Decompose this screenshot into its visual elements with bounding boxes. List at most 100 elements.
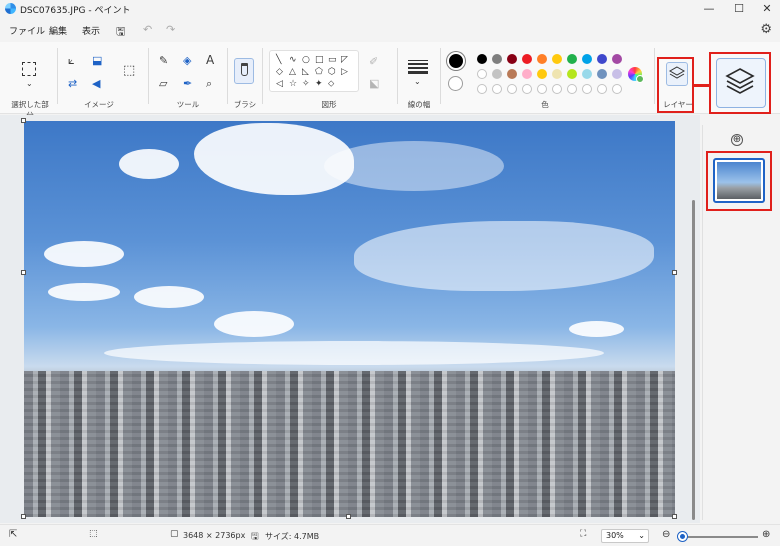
oval-shape-icon[interactable]: ○ [302,55,310,65]
color-swatch[interactable] [582,69,592,79]
secondary-color-swatch[interactable] [448,76,463,91]
custom-color-slot[interactable] [582,84,592,94]
undo-icon[interactable]: ↶ [143,23,152,36]
rectangle-shape-icon[interactable]: □ [315,55,324,65]
custom-color-slot[interactable] [567,84,577,94]
color-swatch[interactable] [597,54,607,64]
color-swatch[interactable] [477,69,487,79]
menu-view[interactable]: 表示 [82,24,100,37]
custom-color-slot[interactable] [537,84,547,94]
chevron-down-icon[interactable]: ⌄ [26,78,33,90]
color-swatch[interactable] [522,69,532,79]
resize-handle[interactable] [346,514,351,519]
star4-shape-icon[interactable]: ✧ [302,79,310,89]
star6-shape-icon[interactable]: ✦ [315,79,323,89]
eraser-icon[interactable]: ▱ [159,78,167,90]
minimize-button[interactable]: — [694,2,724,16]
color-swatch[interactable] [567,69,577,79]
photo-canvas[interactable] [24,121,675,517]
cursor-icon: ⇱ [9,529,18,540]
line-width-icon[interactable] [408,60,428,76]
magnifier-icon[interactable]: ⌕ [206,78,212,90]
zoom-slider-thumb[interactable] [678,532,688,541]
selection-tool-icon[interactable] [22,62,36,76]
resize-handle[interactable] [672,514,677,519]
shapes-gallery[interactable]: ╲ ∿ ○ □ ▭ ◸ ◇ △ ◺ ⬠ ⬡ ▷ ◁ ☆ ✧ ✦ ⬦ [269,50,359,92]
zoom-in-icon[interactable]: ⊕ [762,529,770,540]
chevron-down-icon[interactable]: ⌄ [414,76,421,88]
cloud [214,311,294,337]
close-button[interactable]: ✕ [752,2,780,16]
triangle-shape-icon[interactable]: △ [289,67,296,77]
color-swatch[interactable] [477,54,487,64]
color-swatch[interactable] [552,54,562,64]
add-layer-button[interactable]: ⊕ [731,134,743,146]
group-label-brush: ブラシ [233,100,257,109]
diamond-shape-icon[interactable]: ◇ [276,67,283,77]
pencil-icon[interactable]: ✎ [159,55,168,67]
rounded-rect-shape-icon[interactable]: ▭ [328,55,337,65]
line-shape-icon[interactable]: ╲ [276,55,281,65]
custom-color-slot[interactable] [477,84,487,94]
color-swatch[interactable] [567,54,577,64]
hexagon-shape-icon[interactable]: ⬡ [328,67,336,77]
custom-color-slot[interactable] [507,84,517,94]
arrow-left-shape-icon[interactable]: ◁ [276,79,283,89]
highlight-box [709,52,771,114]
custom-color-slot[interactable] [492,84,502,94]
star-shape-icon[interactable]: ☆ [289,79,297,89]
color-swatch[interactable] [492,54,502,64]
color-picker-icon[interactable]: ✒ [183,78,192,90]
resize-handle[interactable] [21,514,26,519]
custom-color-slot[interactable] [597,84,607,94]
color-swatch[interactable] [552,69,562,79]
color-swatch[interactable] [522,54,532,64]
color-swatch[interactable] [612,69,622,79]
polygon-shape-icon[interactable]: ◸ [341,55,348,65]
custom-color-slot[interactable] [552,84,562,94]
color-swatch[interactable] [507,54,517,64]
zoom-select[interactable]: 30% ⌄ [601,529,649,543]
menu-file[interactable]: ファイル [9,24,45,37]
fill-bucket-icon[interactable]: ◈ [183,55,191,67]
flip-icon[interactable]: ⇄ [68,78,77,90]
brush-button[interactable] [234,58,254,84]
save-icon[interactable]: 🖫 [116,23,125,42]
menu-edit[interactable]: 編集 [49,24,67,37]
color-swatch[interactable] [492,69,502,79]
gear-icon[interactable]: ⚙ [760,22,772,37]
resize-handle[interactable] [21,118,26,123]
highlight-box [706,151,772,211]
pentagon-shape-icon[interactable]: ⬠ [315,67,323,77]
right-triangle-shape-icon[interactable]: ◺ [302,67,309,77]
curve-shape-icon[interactable]: ∿ [289,55,297,65]
custom-color-slot[interactable] [612,84,622,94]
color-swatch[interactable] [537,69,547,79]
shape-outline-icon[interactable]: ✐ [369,56,378,68]
zoom-out-icon[interactable]: ⊖ [662,529,670,540]
resize-handle[interactable] [672,270,677,275]
custom-color-slot[interactable] [522,84,532,94]
arrow-right-shape-icon[interactable]: ▷ [341,67,348,77]
resize-handle[interactable] [21,270,26,275]
maximize-button[interactable]: ☐ [724,2,754,16]
zoom-slider[interactable] [680,536,758,538]
redo-icon[interactable]: ↷ [166,23,175,36]
cloud [119,149,179,179]
callout-shape-icon[interactable]: ⬦ [328,79,334,89]
vertical-scrollbar[interactable] [692,200,695,520]
edit-colors-icon[interactable] [628,67,644,83]
rotate-icon[interactable]: ◀ [92,78,100,90]
primary-color-swatch[interactable] [447,52,465,70]
color-swatch[interactable] [507,69,517,79]
color-swatch[interactable] [537,54,547,64]
resize-icon[interactable]: ⬓ [92,55,102,67]
color-swatch[interactable] [597,69,607,79]
color-swatch[interactable] [582,54,592,64]
text-tool-icon[interactable]: A [206,54,214,66]
image-select-icon[interactable]: ⬚ [123,64,135,77]
color-swatch[interactable] [612,54,622,64]
fit-to-window-icon[interactable]: ⛶ [580,529,586,539]
crop-icon[interactable]: ⟀ [68,55,75,67]
shape-fill-icon[interactable]: ⬕ [369,78,379,90]
